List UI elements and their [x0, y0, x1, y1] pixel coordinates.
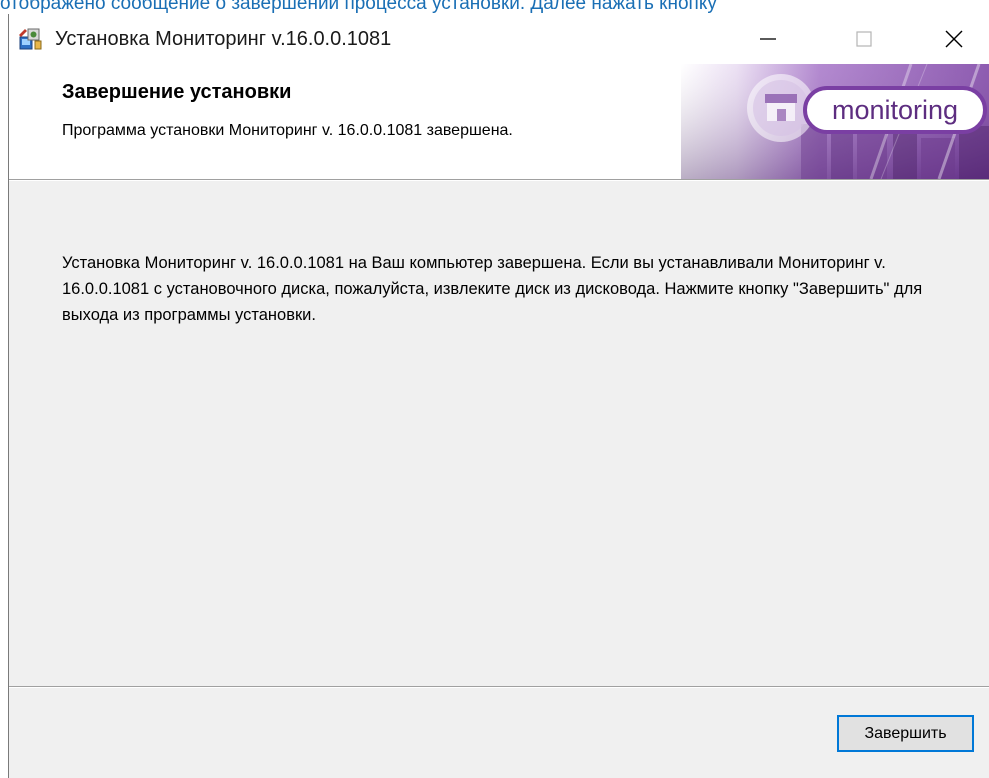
installer-window: Установка Мониторинг v.16.0.0.1081 Завер… — [8, 14, 989, 778]
window-title: Установка Мониторинг v.16.0.0.1081 — [55, 28, 392, 50]
maximize-button — [829, 14, 899, 64]
maximize-icon — [856, 31, 872, 47]
title-bar: Установка Мониторинг v.16.0.0.1081 — [9, 14, 989, 64]
completion-message: Установка Мониторинг v. 16.0.0.1081 на В… — [62, 254, 923, 324]
close-button[interactable] — [919, 14, 989, 64]
banner-logo-text: monitoring — [832, 95, 958, 125]
footer-divider-highlight — [9, 687, 989, 688]
finish-button[interactable]: Завершить — [837, 715, 974, 752]
page-title: Завершение установки — [62, 81, 292, 103]
minimize-button[interactable] — [733, 14, 803, 64]
close-icon — [945, 30, 963, 48]
wizard-header: Завершение установки Программа установки… — [9, 64, 989, 179]
background-caption-text: отображено сообщение о завершении процес… — [0, 0, 717, 14]
header-divider-highlight — [9, 180, 989, 181]
installer-icon — [19, 28, 42, 50]
monitoring-banner: monitoring — [681, 64, 989, 179]
page-subtitle: Программа установки Мониторинг v. 16.0.0… — [62, 122, 513, 139]
minimize-icon — [760, 38, 776, 40]
